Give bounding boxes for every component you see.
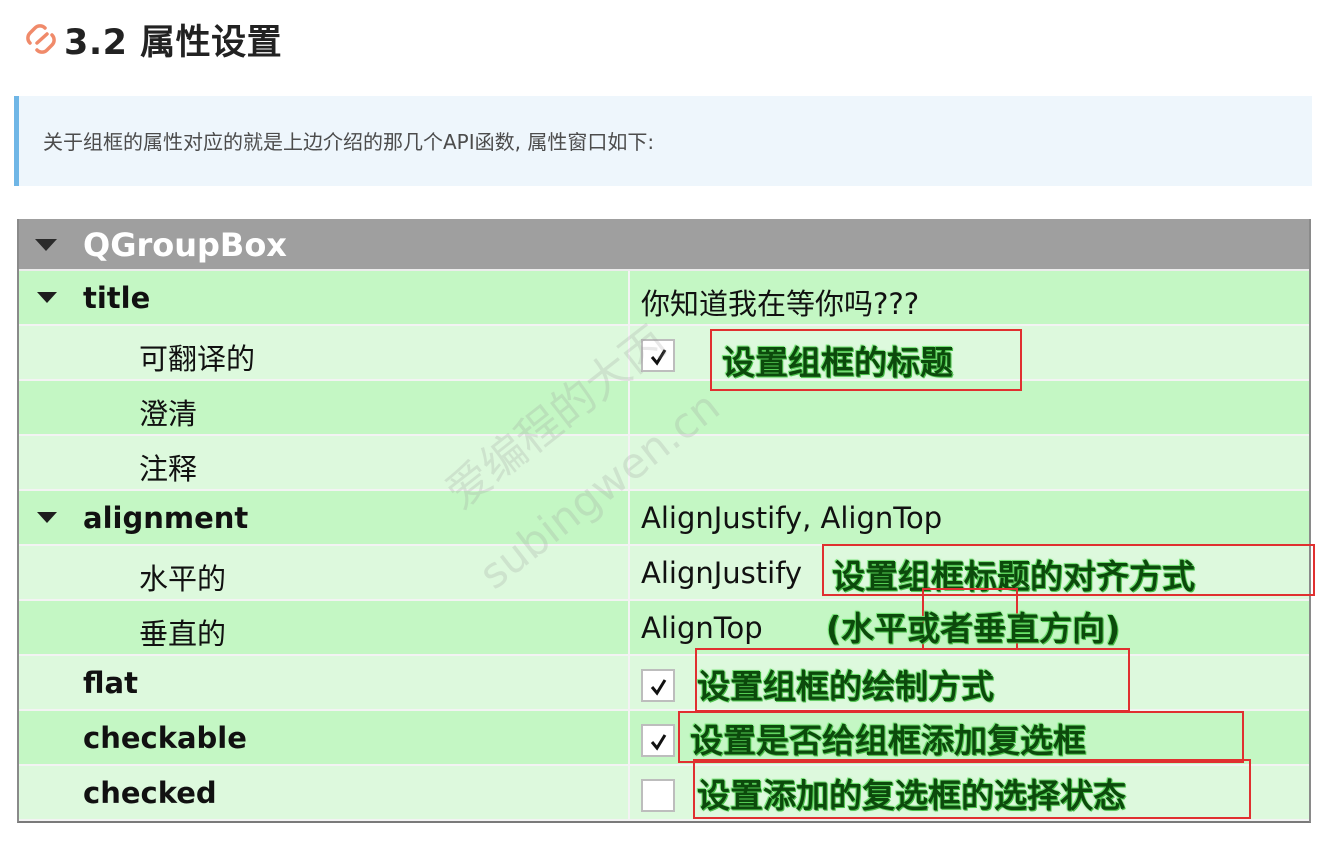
- property-row-comment[interactable]: 注释: [19, 436, 1309, 491]
- property-name: checkable: [83, 721, 247, 755]
- property-name: flat: [83, 666, 138, 700]
- property-row-alignment[interactable]: alignment AlignJustify, AlignTop: [19, 491, 1309, 546]
- property-name: 水平的: [139, 562, 227, 596]
- annotation-checkable: 设置是否给组框添加复选框: [690, 721, 1086, 760]
- checkable-checkbox[interactable]: [641, 724, 675, 757]
- property-value-horizontal[interactable]: AlignJustify: [641, 556, 802, 590]
- annotation-alignment-sub: (水平或者垂直方向): [826, 609, 1121, 648]
- section-title: 3.2 属性设置: [64, 22, 283, 63]
- property-name: title: [83, 281, 151, 315]
- check-icon: [650, 734, 667, 751]
- note-text: 关于组框的属性对应的就是上边介绍的那几个API函数, 属性窗口如下:: [43, 130, 655, 154]
- annotation-checked: 设置添加的复选框的选择状态: [697, 776, 1126, 815]
- check-icon: [650, 349, 667, 366]
- property-value-alignment[interactable]: AlignJustify, AlignTop: [641, 501, 942, 535]
- property-name: 澄清: [139, 397, 198, 431]
- property-row-disambiguation[interactable]: 澄清: [19, 381, 1309, 436]
- property-value-title[interactable]: 你知道我在等你吗???: [641, 281, 919, 323]
- flat-checkbox[interactable]: [641, 669, 675, 702]
- translatable-checkbox[interactable]: [641, 339, 675, 372]
- property-row-translatable[interactable]: 可翻译的: [19, 326, 1309, 381]
- property-name: 垂直的: [139, 617, 227, 651]
- note-block: 关于组框的属性对应的就是上边介绍的那几个API函数, 属性窗口如下:: [14, 96, 1312, 186]
- class-header[interactable]: QGroupBox: [19, 219, 1309, 271]
- check-icon: [650, 679, 667, 696]
- property-name: alignment: [83, 501, 249, 535]
- annotation-flat: 设置组框的绘制方式: [697, 667, 994, 706]
- property-name: 可翻译的: [139, 342, 256, 376]
- property-name: 注释: [139, 452, 198, 486]
- class-name: QGroupBox: [83, 226, 287, 264]
- column-divider: [628, 271, 630, 821]
- property-value-vertical[interactable]: AlignTop: [641, 611, 763, 645]
- section-heading: 3.2 属性设置: [22, 14, 282, 64]
- annotation-title: 设置组框的标题: [722, 343, 953, 382]
- property-name: checked: [83, 776, 217, 810]
- link-icon[interactable]: [22, 21, 62, 57]
- property-row-title[interactable]: title 你知道我在等你吗???: [19, 271, 1309, 326]
- collapse-arrow-icon[interactable]: [35, 239, 57, 251]
- expand-arrow-icon[interactable]: [37, 292, 57, 303]
- expand-arrow-icon[interactable]: [37, 512, 57, 523]
- checked-checkbox[interactable]: [641, 779, 675, 812]
